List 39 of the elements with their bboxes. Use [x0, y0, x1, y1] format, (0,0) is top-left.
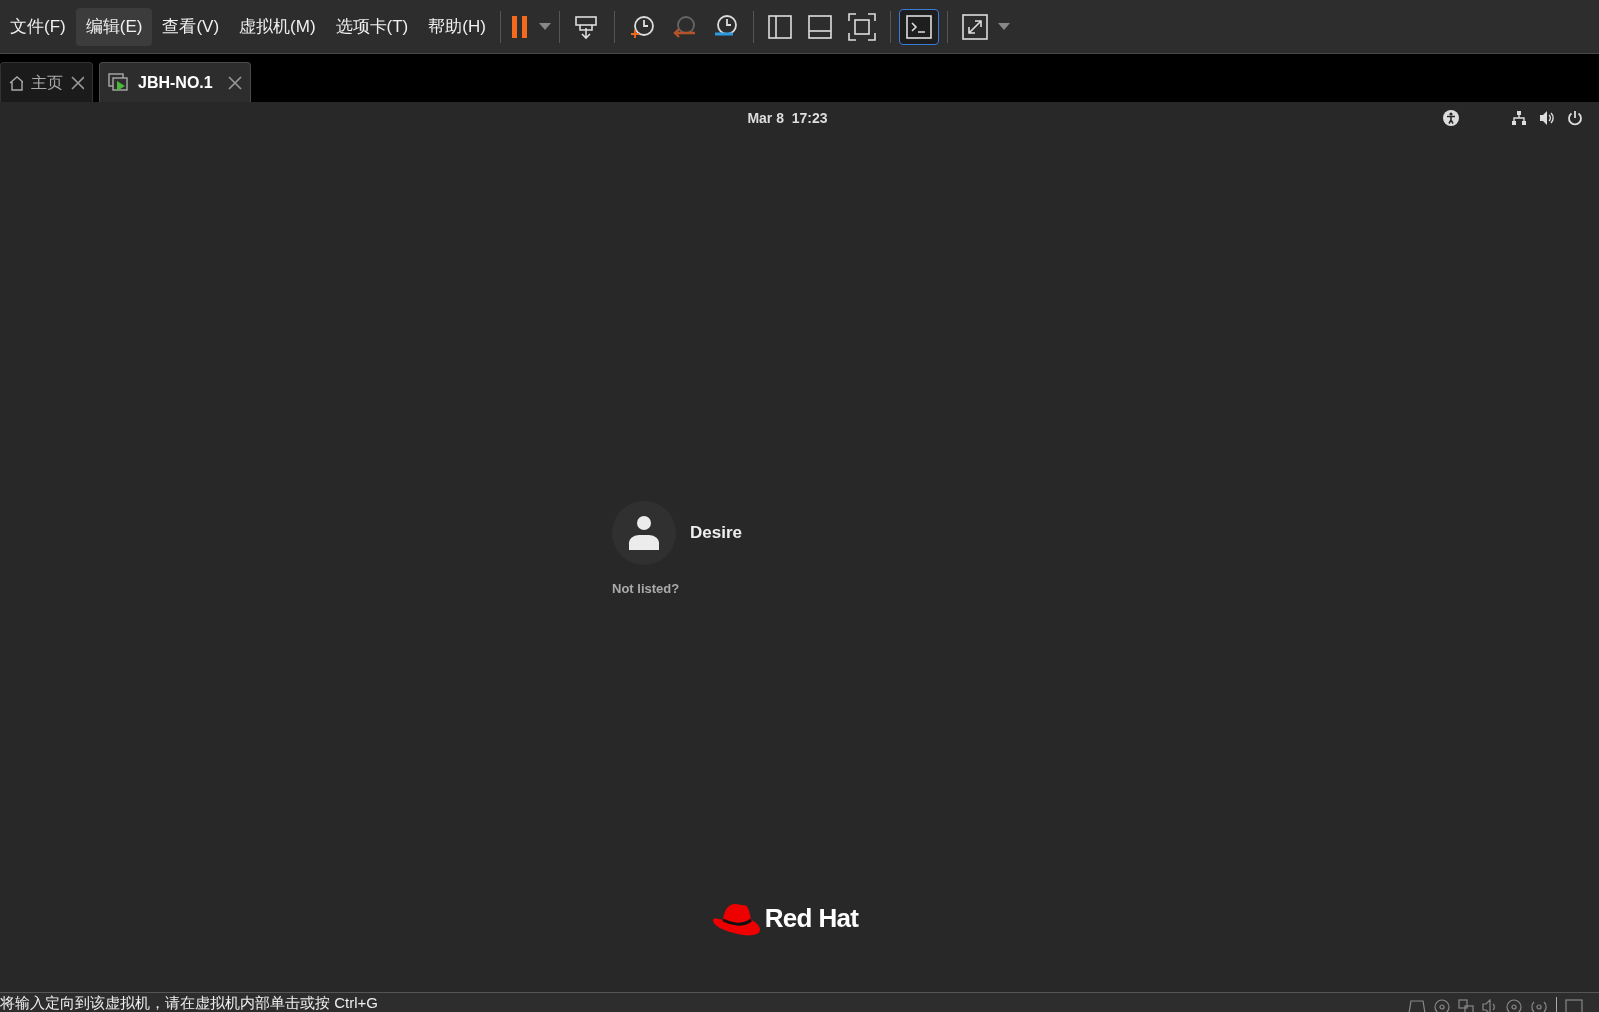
person-icon: [628, 515, 660, 551]
menu-item[interactable]: 查看(V): [152, 7, 230, 46]
tab[interactable]: 主页: [0, 62, 93, 102]
pause-icon: [510, 15, 529, 38]
fullscreen-icon: [847, 12, 876, 41]
user-name[interactable]: Desire: [690, 520, 742, 546]
home-icon: [9, 74, 24, 91]
vm-play-icon: [108, 72, 130, 93]
menu-item[interactable]: 文件(F): [0, 7, 76, 46]
logo-text: Red Hat: [764, 902, 859, 935]
caret-icon[interactable]: [997, 22, 1010, 31]
accessibility-icon[interactable]: [1443, 110, 1459, 126]
resize-icon: [961, 13, 988, 40]
tab[interactable]: JBH-NO.1: [99, 62, 251, 102]
network-icon[interactable]: [1511, 110, 1527, 126]
volume-icon[interactable]: [1539, 110, 1555, 126]
console-button[interactable]: [898, 8, 939, 45]
tab-label: JBH-NO.1: [138, 72, 213, 93]
bottom-panel-icon: [807, 14, 832, 39]
clock[interactable]: Mar 8 17:23: [747, 107, 828, 129]
close-icon[interactable]: [71, 75, 84, 90]
menu-item[interactable]: 虚拟机(M): [229, 7, 326, 46]
menu-item[interactable]: 选项卡(T): [325, 7, 419, 46]
status-message: 将输入定向到该虚拟机，请在虚拟机内部单击或按 Ctrl+G: [0, 993, 378, 1012]
wireless-icon[interactable]: [1530, 999, 1548, 1012]
menu-item[interactable]: 编辑(E): [75, 7, 153, 46]
cd-icon[interactable]: [1506, 999, 1522, 1012]
keyboard-arrow-icon: [573, 13, 600, 40]
caret-icon[interactable]: [538, 22, 551, 31]
not-listed-link[interactable]: Not listed?: [612, 579, 680, 599]
power-icon[interactable]: [1567, 110, 1583, 126]
menu-item[interactable]: 帮助(H): [418, 7, 496, 46]
speaker-icon[interactable]: [1482, 999, 1498, 1012]
tab-label: 主页: [31, 72, 64, 93]
close-icon[interactable]: [228, 75, 242, 90]
clock-plus-icon: [628, 13, 655, 40]
network-adapter-icon[interactable]: [1458, 999, 1474, 1012]
cd-icon[interactable]: [1434, 999, 1450, 1012]
sidebar-icon: [767, 14, 792, 39]
